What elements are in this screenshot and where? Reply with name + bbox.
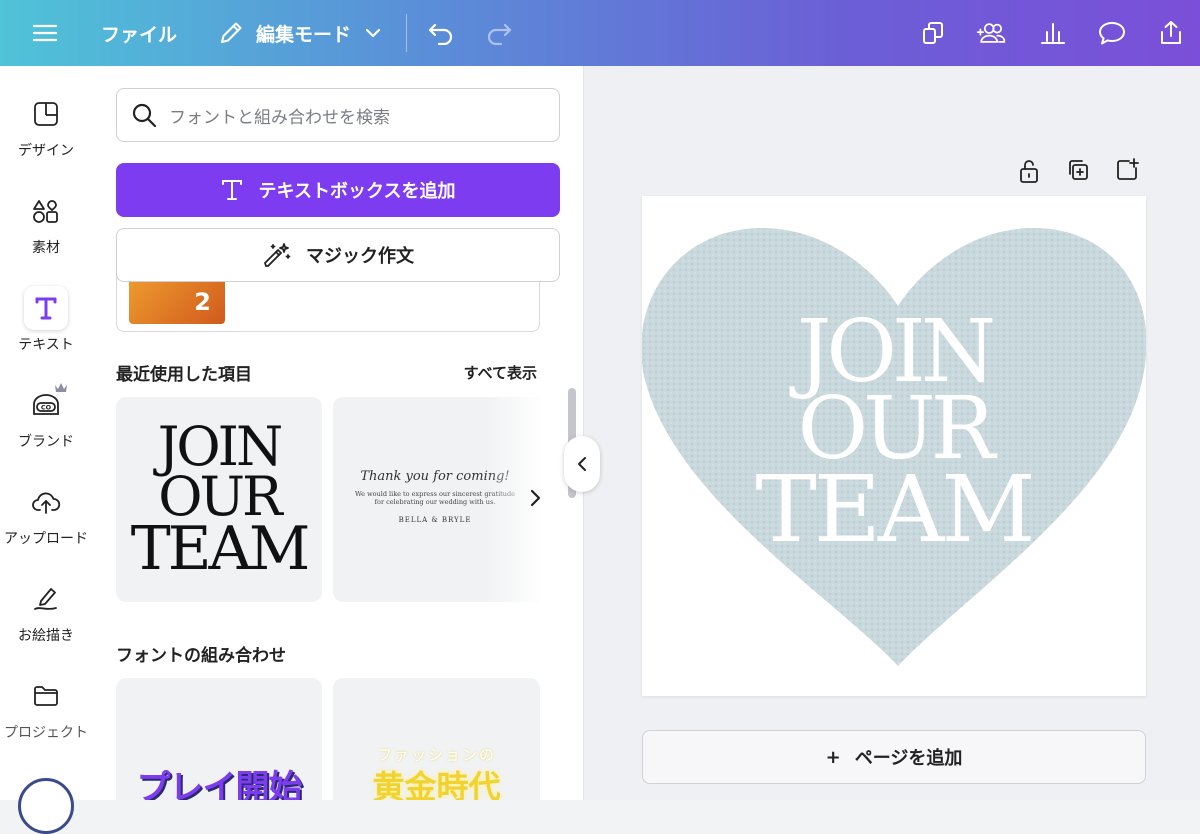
svg-text:CO: CO (41, 404, 52, 412)
brand-icon: CO (24, 383, 68, 427)
collapse-panel-button[interactable] (564, 436, 600, 492)
magic-write-label: マジック作文 (306, 246, 414, 267)
add-page-button[interactable]: + ページを追加 (642, 730, 1146, 784)
redo-button[interactable] (484, 0, 514, 66)
text-icon (221, 178, 243, 202)
add-people-icon (976, 18, 1006, 48)
chevron-left-icon (577, 456, 587, 472)
add-page-top-button[interactable] (1115, 158, 1139, 182)
top-bar: ファイル 編集モード (0, 0, 1200, 66)
pencil-icon (216, 18, 246, 48)
combo-text: 黄金時代 (372, 768, 501, 800)
heart-headline: JOIN OUR TEAM (755, 302, 1035, 563)
rail-item-text[interactable]: テキスト (0, 286, 92, 354)
magic-wand-icon (262, 241, 292, 269)
see-all-link[interactable]: すべて表示 (464, 362, 537, 383)
search-placeholder: フォントと組み合わせを検索 (169, 107, 390, 128)
font-combo-play-start[interactable]: プレイ開始 (116, 678, 322, 800)
undo-icon (426, 18, 456, 48)
thumbnail-number: 2 (194, 288, 211, 316)
font-combo-golden-age[interactable]: ファッションの 黄金時代 (333, 678, 540, 800)
rail-item-elements[interactable]: 素材 (0, 189, 92, 257)
layout-icon (24, 92, 68, 136)
upload-cloud-icon (24, 480, 68, 524)
rail-label: デザイン (18, 143, 74, 159)
menu-button[interactable] (30, 0, 60, 66)
design-page[interactable]: JOIN OUR TEAM (642, 196, 1146, 696)
rail-label: ブランド (18, 434, 74, 450)
rail-label: 素材 (32, 240, 60, 256)
crown-icon (54, 381, 68, 397)
bar-chart-icon (1038, 18, 1068, 48)
side-nav-rail: デザイン 素材 テキスト CO ブランド アップロード お絵描き プロジェクト (0, 66, 96, 834)
rail-label: プロジェクト (4, 725, 88, 741)
chevron-down-icon (365, 28, 381, 38)
redo-icon (484, 18, 514, 48)
rail-item-design[interactable]: デザイン (0, 92, 92, 160)
add-page-icon (1115, 158, 1139, 182)
add-textbox-label: テキストボックスを追加 (258, 181, 456, 202)
apps-avatar[interactable] (18, 778, 74, 834)
toolbar-divider (406, 14, 407, 52)
resize-button[interactable] (918, 0, 948, 66)
unlock-icon (1018, 158, 1040, 184)
rail-label: アップロード (4, 531, 88, 547)
recent-item-join-our-team[interactable]: JOIN OUR TEAM (116, 397, 322, 602)
share-upload-icon (1156, 18, 1186, 48)
text-panel: フォントと組み合わせを検索 テキストボックスを追加 2 マジック作文 最近使用し… (96, 66, 584, 800)
folder-icon (24, 674, 68, 718)
page-lock-button[interactable] (1018, 158, 1040, 184)
add-textbox-button[interactable]: テキストボックスを追加 (116, 163, 560, 217)
rail-label: テキスト (18, 337, 74, 353)
search-icon (131, 102, 157, 128)
font-combos-title: フォントの組み合わせ (116, 646, 286, 666)
recent-item-thank-you[interactable]: Thank you for coming! We would like to e… (333, 397, 545, 602)
copy-pages-icon (918, 18, 948, 48)
template-preview-text: JOIN OUR TEAM (130, 415, 311, 584)
shapes-icon (24, 189, 68, 233)
rail-item-brand[interactable]: CO ブランド (0, 383, 92, 451)
duplicate-icon (1066, 158, 1090, 182)
recent-section-title: 最近使用した項目 (116, 365, 252, 385)
undo-button[interactable] (426, 0, 456, 66)
magic-write-button[interactable]: マジック作文 (116, 228, 560, 282)
rail-label: お絵描き (18, 628, 74, 644)
insights-button[interactable] (1038, 0, 1068, 66)
comment-icon (1097, 18, 1127, 48)
file-menu[interactable]: ファイル (101, 0, 177, 66)
font-search-input[interactable]: フォントと組み合わせを検索 (116, 88, 560, 142)
hamburger-icon (30, 18, 60, 48)
duplicate-page-button[interactable] (1066, 158, 1090, 182)
rail-item-projects[interactable]: プロジェクト (0, 674, 92, 742)
rail-item-uploads[interactable]: アップロード (0, 480, 92, 548)
share-people-button[interactable] (976, 0, 1006, 66)
rail-item-draw[interactable]: お絵描き (0, 577, 92, 645)
carousel-next-button[interactable] (520, 483, 550, 513)
export-button[interactable] (1156, 0, 1186, 66)
edit-mode-dropdown[interactable]: 編集モード (216, 0, 381, 66)
chevron-right-icon (529, 489, 541, 507)
plus-icon: + (825, 746, 841, 768)
pen-icon (24, 577, 68, 621)
add-page-label: ページを追加 (854, 748, 963, 769)
comments-button[interactable] (1097, 0, 1127, 66)
edit-mode-label: 編集モード (256, 23, 352, 46)
text-icon (24, 286, 68, 330)
combo-text: プレイ開始 (136, 768, 303, 800)
